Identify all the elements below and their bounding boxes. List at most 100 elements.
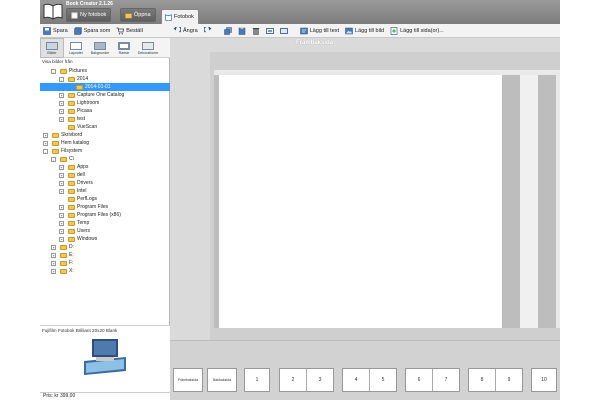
tree-node-label: Lightroom [77, 100, 100, 106]
expand-icon[interactable]: + [59, 108, 64, 114]
back-cover-edge[interactable] [538, 75, 556, 328]
thumbnail-page-number: 8 [480, 377, 484, 383]
delete-button[interactable] [249, 24, 263, 38]
tab-images[interactable]: Bilder [40, 38, 64, 58]
tree-node[interactable]: + Program Files (x86) [40, 211, 170, 219]
tree-node[interactable]: - 2014 [40, 75, 170, 83]
folder-icon [60, 252, 67, 258]
save-button[interactable]: Spara [40, 24, 71, 38]
category-tabs: Bilder Layouter Bakgrunder Ramar Dekorat… [40, 38, 170, 58]
tree-node[interactable]: + test [40, 115, 170, 123]
expand-icon[interactable]: + [51, 252, 56, 258]
folder-icon [68, 76, 75, 82]
open-button[interactable]: Öppna [120, 8, 156, 22]
expand-icon[interactable]: + [59, 204, 64, 210]
expand-icon[interactable]: + [59, 92, 64, 98]
tree-node[interactable]: + Skrivbord [40, 131, 170, 139]
tree-node-label: Temp [77, 220, 90, 226]
tree-node[interactable]: + E: [40, 251, 170, 259]
expand-icon[interactable]: + [59, 228, 64, 234]
disk-icon [43, 26, 51, 35]
expand-icon[interactable]: + [59, 100, 64, 106]
tree-node[interactable]: + Lightroom [40, 99, 170, 107]
folder-icon [60, 244, 67, 250]
folder-icon [68, 124, 75, 130]
expand-icon[interactable]: + [59, 212, 64, 218]
collapse-icon[interactable]: - [43, 148, 48, 154]
thumb-page-1[interactable]: 1 [244, 368, 270, 392]
tree-node[interactable]: VueScan [40, 123, 170, 131]
tree-node[interactable]: + D: [40, 243, 170, 251]
expand-icon[interactable]: + [51, 244, 56, 250]
tree-node-label: Program Files [77, 204, 109, 210]
expand-icon[interactable]: + [59, 236, 64, 242]
price-bar: Pris: kr 399,00 [40, 392, 170, 400]
expand-icon[interactable]: + [59, 164, 64, 170]
tree-node-label: Capture One Catalog [77, 92, 125, 98]
order-button[interactable]: Beställ [113, 24, 146, 38]
tab-frames[interactable]: Ramar [112, 38, 136, 58]
tab-layouts[interactable]: Layouter [64, 38, 88, 58]
save-as-button[interactable]: Spara som [71, 24, 114, 38]
expand-icon[interactable]: + [59, 172, 64, 178]
expand-icon[interactable]: + [43, 132, 48, 138]
tab-fotobok[interactable]: Fotobok [161, 9, 199, 24]
thumb-spread-4-5[interactable]: 45 [342, 368, 397, 392]
tree-node[interactable]: - Pictures [40, 67, 170, 75]
expand-icon[interactable]: + [59, 180, 64, 186]
layout-button[interactable] [277, 24, 291, 38]
new-photobook-button[interactable]: Ny fotobok [66, 8, 112, 22]
tree-node[interactable]: - C\ [40, 155, 170, 163]
redo-button[interactable] [201, 24, 215, 38]
tree-node[interactable]: + Windows [40, 235, 170, 243]
thumb-spread-8-9[interactable]: 89 [468, 368, 523, 392]
thumbnail-page-number: Främbaksida [177, 378, 199, 382]
thumb-page-10[interactable]: 10 [531, 368, 557, 392]
folder-icon [60, 260, 67, 266]
tree-node[interactable]: + F: [40, 259, 170, 267]
expand-icon[interactable]: + [59, 220, 64, 226]
tree-node-label: dell [77, 172, 85, 178]
expand-icon[interactable]: + [59, 116, 64, 122]
add-text-button[interactable]: Lägg till text [297, 24, 342, 38]
thumbnail-page-number: Bakbaksida [212, 378, 232, 382]
tab-decorations[interactable]: Dekorationer [136, 38, 160, 58]
price-label: Pris: kr 399,00 [43, 393, 76, 399]
tree-node[interactable]: + X: [40, 267, 170, 275]
tree-node[interactable]: + Picasa [40, 107, 170, 115]
expand-icon[interactable]: + [51, 260, 56, 266]
expand-icon[interactable]: + [59, 188, 64, 194]
tree-node[interactable]: + Temp [40, 219, 170, 227]
tree-node[interactable]: + Hem katalog [40, 139, 170, 147]
tree-node[interactable]: 2014-01-01 [40, 83, 170, 91]
copy-button[interactable] [221, 24, 235, 38]
tree-node[interactable]: - Filsystem [40, 147, 170, 155]
add-page-button[interactable]: Lägg till sida(or)... [387, 24, 447, 38]
frame-button[interactable] [263, 24, 277, 38]
tree-node[interactable]: + Capture One Catalog [40, 91, 170, 99]
collapse-icon[interactable]: - [51, 68, 56, 74]
add-image-button[interactable]: Lägg till bild [342, 24, 387, 38]
expand-icon[interactable]: + [43, 140, 48, 146]
thumb-cover-back[interactable]: Bakbaksida [207, 368, 237, 392]
photobook-preview-image [84, 339, 126, 375]
tree-node[interactable]: + Program Files [40, 203, 170, 211]
expand-icon[interactable]: + [51, 268, 56, 274]
paste-button[interactable] [235, 24, 249, 38]
cover-page-canvas[interactable] [219, 75, 502, 328]
tree-node[interactable]: + Drivers [40, 179, 170, 187]
thumb-cover-front[interactable]: Främbaksida [173, 368, 203, 392]
tab-decorations-label: Dekorationer [137, 50, 159, 55]
tree-node[interactable]: + Users [40, 227, 170, 235]
undo-button[interactable]: Ångra [170, 24, 201, 38]
tree-node[interactable]: PerfLogs [40, 195, 170, 203]
tree-node[interactable]: + dell [40, 171, 170, 179]
thumb-spread-6-7[interactable]: 67 [405, 368, 460, 392]
tree-node[interactable]: + Intel [40, 187, 170, 195]
tree-node[interactable]: + Apps [40, 163, 170, 171]
thumb-spread-2-3[interactable]: 23 [279, 368, 334, 392]
tab-backgrounds[interactable]: Bakgrunder [88, 38, 112, 58]
collapse-icon[interactable]: - [59, 76, 64, 82]
spine-gutter [502, 75, 520, 328]
collapse-icon[interactable]: - [51, 156, 56, 162]
